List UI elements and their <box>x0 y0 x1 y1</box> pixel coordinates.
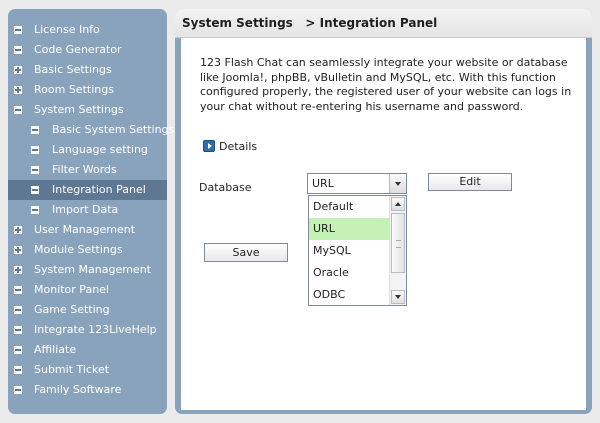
sidebar-item-label: System Settings <box>34 103 124 116</box>
sidebar-item-label: Basic System Settings <box>52 123 175 136</box>
breadcrumb: System Settings > Integration Panel <box>175 9 592 38</box>
sidebar-item-label: Integration Panel <box>52 183 146 196</box>
sidebar-item-language-setting[interactable]: Language setting <box>8 140 167 160</box>
dropdown-option-mysql[interactable]: MySQL <box>309 240 390 262</box>
sidebar-item-label: License Info <box>34 23 100 36</box>
dropdown-option-url[interactable]: URL <box>309 218 390 240</box>
sidebar-item-submit-ticket[interactable]: Submit Ticket <box>8 360 167 380</box>
collapse-icon <box>14 106 22 114</box>
collapse-icon <box>14 46 22 54</box>
sidebar-item-label: Integrate 123LiveHelp <box>34 323 157 336</box>
expand-arrow-icon <box>203 140 215 152</box>
sidebar-item-label: User Management <box>34 223 136 236</box>
sidebar-item-basic-system-settings[interactable]: Basic System Settings <box>8 120 174 140</box>
expand-icon <box>14 246 22 254</box>
page-title: Integration Panel <box>319 16 438 30</box>
sidebar-item-integrate-123livehelp[interactable]: Integrate 123LiveHelp <box>8 320 167 340</box>
collapse-icon <box>31 206 39 214</box>
save-button[interactable]: Save <box>204 243 288 262</box>
scroll-up-icon[interactable] <box>391 197 405 211</box>
dropdown-option-odbc[interactable]: ODBC <box>309 284 390 306</box>
sidebar-item-label: Monitor Panel <box>34 283 109 296</box>
database-select[interactable]: URL <box>307 173 407 194</box>
collapse-icon <box>14 326 22 334</box>
sidebar-item-label: Code Generator <box>34 43 122 56</box>
breadcrumb-section: System Settings <box>182 16 293 30</box>
sidebar-item-room-settings[interactable]: Room Settings <box>8 80 167 100</box>
expand-icon <box>14 86 22 94</box>
sidebar-item-code-generator[interactable]: Code Generator <box>8 40 167 60</box>
sidebar-item-label: Submit Ticket <box>34 363 110 376</box>
content-area: 123 Flash Chat can seamlessly integrate … <box>181 38 586 410</box>
sidebar-item-label: Language setting <box>52 143 148 156</box>
database-dropdown-list: Default URL MySQL Oracle ODBC <box>308 195 407 306</box>
collapse-icon <box>31 166 39 174</box>
collapse-icon <box>14 366 22 374</box>
main-panel: System Settings > Integration Panel 123 … <box>175 9 592 414</box>
sidebar-item-monitor-panel[interactable]: Monitor Panel <box>8 280 167 300</box>
sidebar-item-label: System Management <box>34 263 151 276</box>
collapse-icon <box>31 126 39 134</box>
scroll-down-icon[interactable] <box>391 290 405 304</box>
expand-icon <box>14 266 22 274</box>
dropdown-option-default[interactable]: Default <box>309 196 390 218</box>
sidebar-item-family-software[interactable]: Family Software <box>8 380 167 400</box>
collapse-icon <box>14 306 22 314</box>
expand-icon <box>14 66 22 74</box>
collapse-icon <box>14 26 22 34</box>
details-label: Details <box>219 140 258 153</box>
sidebar-item-import-data[interactable]: Import Data <box>8 200 167 220</box>
database-select-value: URL <box>312 177 334 190</box>
sidebar-item-affiliate[interactable]: Affiliate <box>8 340 167 360</box>
sidebar-item-label: Room Settings <box>34 83 114 96</box>
sidebar-item-label: Family Software <box>34 383 122 396</box>
expand-icon <box>14 226 22 234</box>
sidebar-item-label: Module Settings <box>34 243 123 256</box>
sidebar-item-module-settings[interactable]: Module Settings <box>8 240 167 260</box>
collapse-icon <box>31 146 39 154</box>
scroll-thumb[interactable] <box>391 213 405 273</box>
sidebar-item-game-setting[interactable]: Game Setting <box>8 300 167 320</box>
dropdown-scrollbar[interactable] <box>389 196 406 305</box>
database-label: Database <box>199 181 252 194</box>
breadcrumb-separator: > <box>305 16 316 30</box>
dropdown-option-oracle[interactable]: Oracle <box>309 262 390 284</box>
sidebar-item-filter-words[interactable]: Filter Words <box>8 160 167 180</box>
sidebar-item-system-management[interactable]: System Management <box>8 260 167 280</box>
chevron-down-icon[interactable] <box>389 174 406 193</box>
collapse-icon <box>14 346 22 354</box>
details-link[interactable]: Details <box>203 140 257 154</box>
sidebar-item-user-management[interactable]: User Management <box>8 220 167 240</box>
sidebar-item-label: Game Setting <box>34 303 110 316</box>
sidebar-item-system-settings[interactable]: System Settings <box>8 100 167 120</box>
sidebar-item-license-info[interactable]: License Info <box>8 20 167 40</box>
sidebar-item-label: Basic Settings <box>34 63 112 76</box>
collapse-icon <box>14 386 22 394</box>
edit-button[interactable]: Edit <box>428 173 512 191</box>
sidebar-item-label: Affiliate <box>34 343 77 356</box>
description-text: 123 Flash Chat can seamlessly integrate … <box>200 56 572 113</box>
sidebar-item-label: Import Data <box>52 203 119 216</box>
sidebar: License Info Code Generator Basic Settin… <box>8 9 174 414</box>
sidebar-item-label: Filter Words <box>52 163 117 176</box>
sidebar-item-integration-panel[interactable]: Integration Panel <box>8 180 167 200</box>
collapse-icon <box>31 186 39 194</box>
collapse-icon <box>14 286 22 294</box>
sidebar-item-basic-settings[interactable]: Basic Settings <box>8 60 167 80</box>
